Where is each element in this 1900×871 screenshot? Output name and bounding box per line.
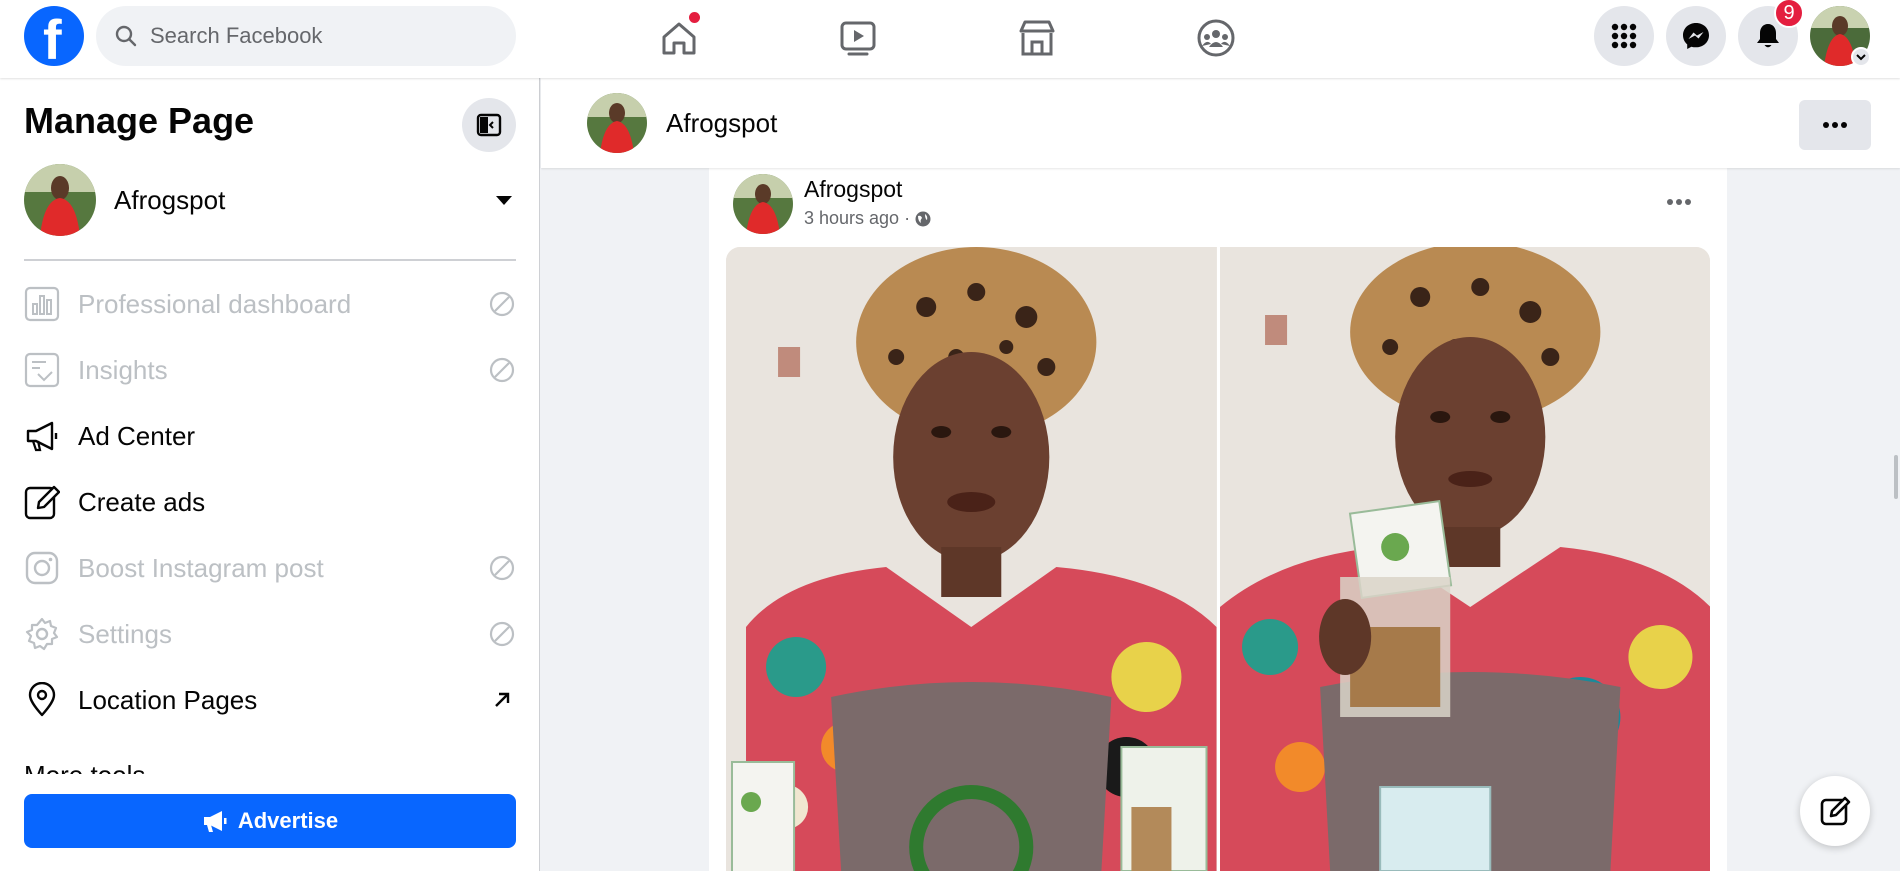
video-icon: [840, 21, 876, 56]
unavailable-icon: [489, 621, 515, 647]
more-horizontal-icon: [1667, 199, 1691, 205]
video-tab[interactable]: [834, 14, 882, 62]
sidebar-item-label: Settings: [78, 618, 172, 649]
feed-post: Afrogspot 3 hours ago ·: [709, 168, 1727, 871]
instagram-icon: [25, 551, 59, 585]
page-options-button[interactable]: [1799, 100, 1871, 150]
page-scrollbar-thumb[interactable]: [1894, 455, 1898, 499]
sidebar-item-label: Insights: [78, 354, 168, 385]
unavailable-icon: [489, 555, 515, 581]
page-name: Afrogspot: [114, 184, 226, 215]
new-message-button[interactable]: [1800, 776, 1870, 846]
marketplace-icon: [1019, 20, 1055, 56]
menu-grid-icon: [1611, 23, 1637, 49]
unavailable-icon: [489, 357, 515, 383]
post-options-button[interactable]: [1659, 182, 1699, 222]
sidebar-item-label: Location Pages: [78, 684, 258, 715]
unavailable-icon: [489, 291, 515, 317]
page-header-avatar[interactable]: [587, 93, 647, 153]
sidebar-item-settings[interactable]: Settings: [24, 606, 516, 662]
post-author-avatar[interactable]: [733, 174, 793, 234]
sidebar-title: Manage Page: [24, 100, 255, 141]
top-navigation-bar: f 9: [0, 0, 1900, 78]
meta-separator: ·: [904, 208, 911, 228]
post-timestamp[interactable]: 3 hours ago: [804, 208, 899, 229]
post-photo-2[interactable]: [1219, 247, 1710, 871]
insights-icon: [24, 352, 60, 388]
external-link-arrow-icon: [495, 692, 510, 707]
collapse-sidebar-button[interactable]: [462, 98, 516, 152]
sidebar-item-boost-instagram-post[interactable]: Boost Instagram post: [24, 540, 516, 596]
post-photo-grid: [726, 247, 1710, 871]
sidebar-item-create-ads[interactable]: Create ads: [24, 474, 516, 530]
advertise-label: Advertise: [237, 808, 339, 833]
search-box[interactable]: [96, 6, 516, 66]
sidebar-item-label: Ad Center: [78, 420, 196, 451]
sidebar-item-label: Professional dashboard: [78, 288, 352, 319]
caret-down-icon: [496, 196, 512, 205]
post-author-name[interactable]: Afrogspot: [804, 176, 902, 203]
sidebar-divider: [24, 259, 516, 261]
sidebar-item-insights[interactable]: Insights: [24, 342, 516, 398]
messenger-button[interactable]: [1666, 6, 1726, 66]
sidebar-item-location-pages[interactable]: Location Pages: [24, 672, 516, 728]
gear-icon: [25, 617, 59, 651]
manage-page-sidebar: Manage Page Afrogspot Professional dashb…: [0, 78, 540, 871]
sidebar-item-label: Create ads: [78, 486, 206, 517]
page-avatar: [24, 164, 96, 236]
facebook-logo[interactable]: f: [24, 6, 84, 70]
advertise-button[interactable]: Advertise: [24, 794, 516, 848]
more-horizontal-icon: [1823, 122, 1847, 128]
notifications-button[interactable]: 9: [1738, 0, 1804, 66]
megaphone-icon: [203, 811, 227, 832]
globe-icon: [915, 211, 931, 226]
bell-icon: [1757, 24, 1779, 48]
sidebar-item-professional-dashboard[interactable]: Professional dashboard: [24, 276, 516, 332]
home-tab[interactable]: [655, 12, 703, 62]
menu-button[interactable]: [1594, 6, 1654, 66]
post-photo-1[interactable]: [726, 247, 1217, 871]
location-pin-icon: [28, 682, 56, 717]
post-meta: 3 hours ago ·: [804, 208, 932, 229]
pencil-square-icon: [24, 485, 60, 520]
compose-icon: [1820, 796, 1851, 826]
notification-count-badge: 9: [1774, 0, 1804, 28]
page-header-name[interactable]: Afrogspot: [666, 108, 777, 139]
account-menu-chevron-icon[interactable]: [1851, 47, 1871, 67]
search-icon: [115, 25, 137, 47]
search-input[interactable]: [150, 23, 490, 49]
sidebar-more-tools[interactable]: More tools: [24, 756, 516, 774]
page-header: Afrogspot: [541, 78, 1900, 168]
dashboard-icon: [24, 286, 60, 322]
groups-tab[interactable]: [1192, 14, 1240, 62]
more-tools-label: More tools: [24, 760, 145, 774]
messenger-icon: [1683, 23, 1709, 49]
sidebar-toggle-icon: [476, 113, 502, 137]
marketplace-tab[interactable]: [1013, 14, 1061, 62]
page-switcher[interactable]: Afrogspot: [24, 164, 516, 236]
megaphone-icon: [26, 421, 58, 452]
groups-icon: [1197, 19, 1235, 57]
sidebar-item-label: Boost Instagram post: [78, 552, 324, 583]
home-icon: [662, 22, 696, 55]
sidebar-item-ad-center[interactable]: Ad Center: [24, 408, 516, 464]
home-notification-dot: [689, 12, 700, 23]
